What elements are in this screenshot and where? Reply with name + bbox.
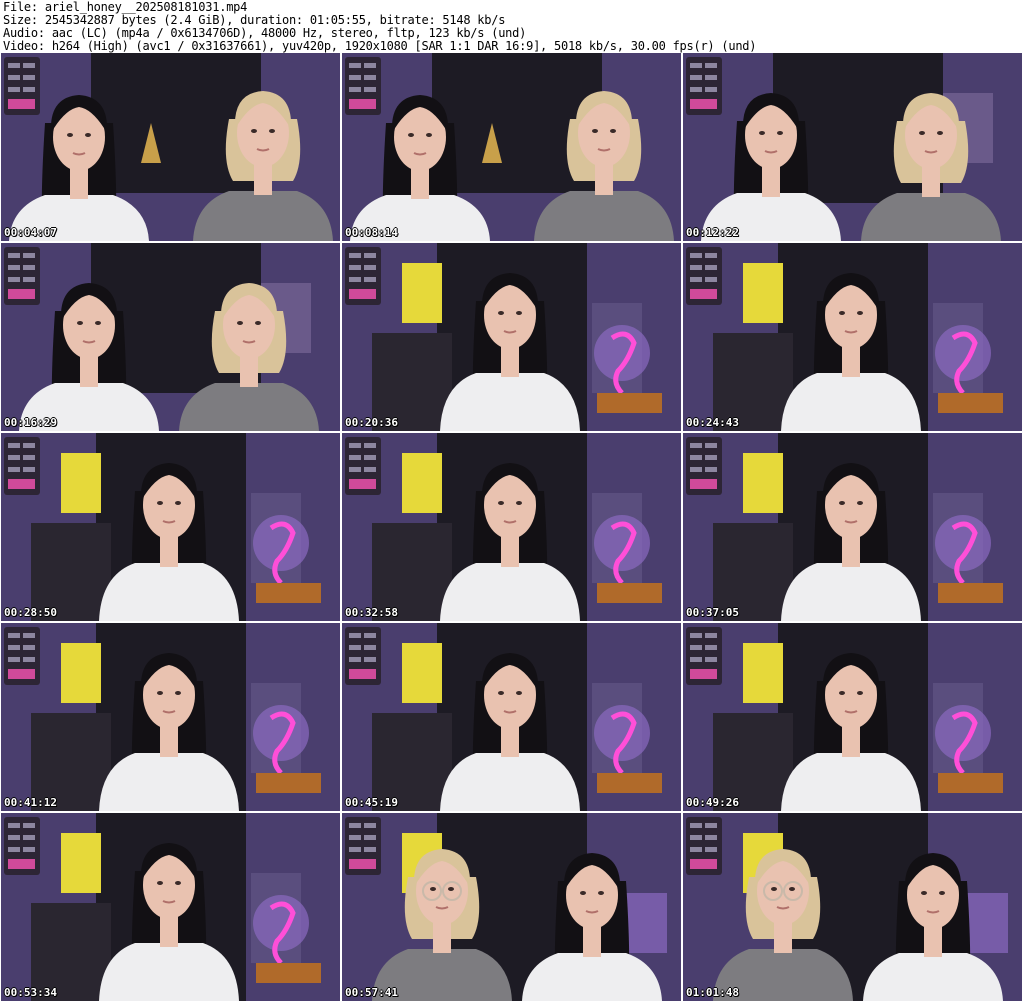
thumbnail-timestamp: 00:53:34 — [4, 986, 57, 999]
video-thumbnail: 00:32:58 — [342, 433, 681, 621]
thumbnail-timestamp: 00:24:43 — [686, 416, 739, 429]
thumbnail-grid: 00:04:07 00:08:14 00:12:22 00:16:29 00:2… — [1, 53, 1023, 1002]
file-info-header: File: ariel_honey__202508181031.mp4 Size… — [3, 1, 1021, 53]
video-thumbnail: 00:49:26 — [683, 623, 1022, 811]
thumbnail-timestamp: 00:45:19 — [345, 796, 398, 809]
video-thumbnail: 00:45:19 — [342, 623, 681, 811]
video-thumbnail: 00:08:14 — [342, 53, 681, 241]
thumbnail-timestamp: 00:49:26 — [686, 796, 739, 809]
video-thumbnail: 00:53:34 — [1, 813, 340, 1001]
thumbnail-timestamp: 00:57:41 — [345, 986, 398, 999]
thumbnail-timestamp: 00:16:29 — [4, 416, 57, 429]
thumbnail-timestamp: 00:04:07 — [4, 226, 57, 239]
video-thumbnail: 00:12:22 — [683, 53, 1022, 241]
video-thumbnail: 00:20:36 — [342, 243, 681, 431]
thumbnail-timestamp: 01:01:48 — [686, 986, 739, 999]
video-thumbnail: 00:24:43 — [683, 243, 1022, 431]
thumbnail-timestamp: 00:41:12 — [4, 796, 57, 809]
thumbnail-timestamp: 00:20:36 — [345, 416, 398, 429]
video-thumbnail: 01:01:48 — [683, 813, 1022, 1001]
thumbnail-timestamp: 00:37:05 — [686, 606, 739, 619]
video-info-line: Video: h264 (High) (avc1 / 0x31637661), … — [3, 39, 757, 53]
video-thumbnail: 00:57:41 — [342, 813, 681, 1001]
video-thumbnail: 00:16:29 — [1, 243, 340, 431]
video-thumbnail: 00:04:07 — [1, 53, 340, 241]
thumbnail-timestamp: 00:12:22 — [686, 226, 739, 239]
video-thumbnail: 00:37:05 — [683, 433, 1022, 621]
thumbnail-timestamp: 00:08:14 — [345, 226, 398, 239]
thumbnail-timestamp: 00:28:50 — [4, 606, 57, 619]
video-thumbnail: 00:41:12 — [1, 623, 340, 811]
thumbnail-timestamp: 00:32:58 — [345, 606, 398, 619]
video-thumbnail: 00:28:50 — [1, 433, 340, 621]
